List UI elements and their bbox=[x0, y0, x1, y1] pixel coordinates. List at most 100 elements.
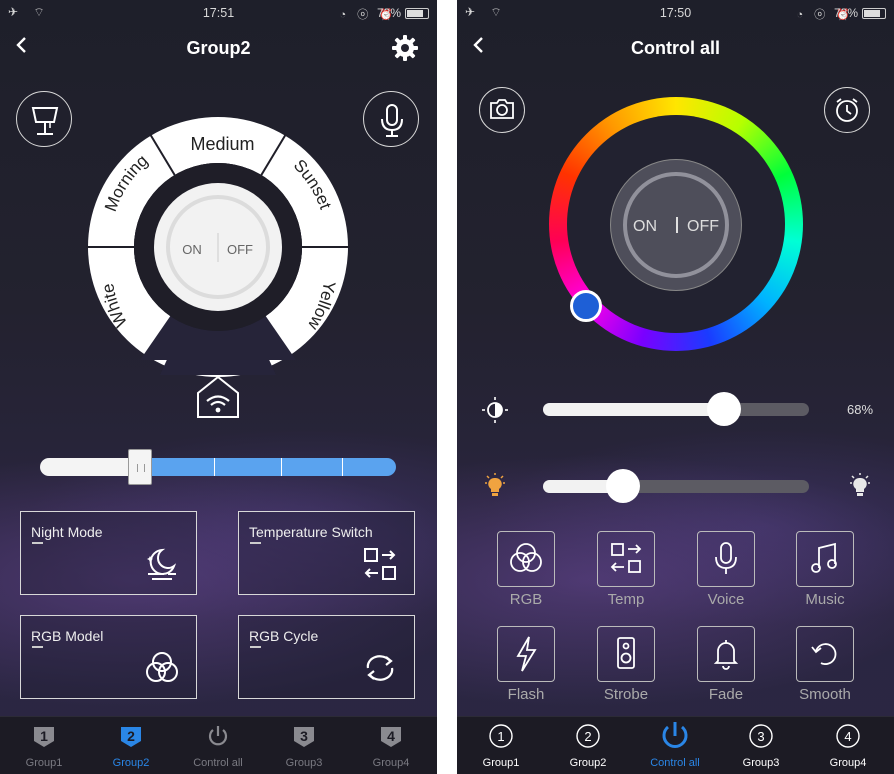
tab-control-all[interactable]: Control all bbox=[635, 719, 715, 769]
rgb-cycle-panel[interactable]: RGB Cycle bbox=[238, 615, 415, 699]
header: Group2 bbox=[0, 30, 437, 70]
status-bar: ✈ ︎⌔ 17:51 ◔ ⓞ ⏰ 73% bbox=[0, 0, 437, 24]
alarm-clock-icon bbox=[836, 98, 858, 122]
mode-label: Voice bbox=[707, 591, 745, 608]
status-bar: ✈ ︎⌔ 17:50 ◔ ⓞ ⏰ 73% bbox=[457, 0, 894, 24]
mode-arc: Medium Morning Sunset White Yellow ON OF… bbox=[86, 117, 350, 377]
temperature-slider[interactable] bbox=[543, 469, 809, 503]
mode-label: Fade bbox=[708, 686, 744, 703]
alarm-button[interactable] bbox=[824, 87, 870, 133]
panel-label: RGB Model bbox=[31, 628, 104, 644]
mode-rgb-button[interactable] bbox=[497, 531, 555, 587]
panel-dash bbox=[250, 542, 261, 544]
tab-label: Group2 bbox=[569, 757, 607, 769]
camera-button[interactable] bbox=[479, 87, 525, 133]
group2-screen: ✈ ︎⌔ 17:51 ◔ ⓞ ⏰ 73% Group2 Medium Morni… bbox=[0, 0, 437, 774]
slider-tick bbox=[280, 458, 282, 476]
tab-bar: 1 Group1 2 Group2 Control all 3 Group3 4… bbox=[457, 716, 894, 774]
svg-text:2: 2 bbox=[127, 728, 135, 744]
battery-icon bbox=[862, 8, 886, 19]
bell-icon bbox=[713, 640, 739, 670]
panel-label: Temperature Switch bbox=[249, 524, 373, 540]
group1-circle-icon: 1 bbox=[489, 724, 513, 748]
mode-label: Flash bbox=[507, 686, 545, 703]
power-toggle[interactable]: ON OFF bbox=[610, 159, 742, 291]
tab-label: Group1 bbox=[25, 757, 63, 769]
speaker-icon bbox=[617, 637, 635, 669]
power-icon bbox=[662, 722, 688, 748]
svg-text:4: 4 bbox=[844, 729, 851, 744]
mode-voice-button[interactable] bbox=[697, 531, 755, 587]
tab-label: Group3 bbox=[285, 757, 323, 769]
tab-label: Control all bbox=[193, 757, 243, 769]
tab-label: Group1 bbox=[482, 757, 520, 769]
wifi-home-icon[interactable] bbox=[194, 373, 242, 421]
group3-badge-icon: 3 bbox=[294, 727, 314, 747]
night-mode-icon bbox=[147, 548, 177, 580]
slider-tick bbox=[214, 458, 216, 476]
rgb-model-panel[interactable]: RGB Model bbox=[20, 615, 197, 699]
power-on-label: ON bbox=[633, 218, 657, 235]
mode-strobe-button[interactable] bbox=[597, 626, 655, 682]
tab-group2[interactable]: 2 Group2 bbox=[91, 723, 171, 769]
rotate-icon bbox=[811, 643, 837, 665]
mode-fade-button[interactable] bbox=[697, 626, 755, 682]
power-divider bbox=[676, 217, 678, 233]
arc-segment-medium[interactable]: Medium bbox=[190, 134, 254, 154]
control-all-screen: ✈ ︎⌔ 17:50 ◔ ⓞ ⏰ 73% Control all ON OFF bbox=[457, 0, 894, 774]
camera-icon bbox=[490, 99, 514, 119]
panel-dash bbox=[32, 646, 43, 648]
group2-circle-icon: 2 bbox=[576, 724, 600, 748]
panel-label: RGB Cycle bbox=[249, 628, 319, 644]
tab-group3[interactable]: 3 Group3 bbox=[721, 723, 801, 769]
slider-fill bbox=[543, 403, 724, 416]
group1-badge-icon: 1 bbox=[34, 727, 54, 747]
battery-percent: 73% bbox=[833, 6, 858, 20]
slider-thumb[interactable] bbox=[707, 392, 741, 426]
svg-text:2: 2 bbox=[584, 729, 591, 744]
power-off-label: OFF bbox=[227, 242, 253, 257]
tab-control-all[interactable]: Control all bbox=[178, 723, 258, 769]
tab-label: Group2 bbox=[112, 757, 150, 769]
slider-remaining-track bbox=[140, 458, 396, 476]
settings-button[interactable] bbox=[391, 34, 419, 62]
tab-group1[interactable]: 1 Group1 bbox=[4, 723, 84, 769]
mode-label: Smooth bbox=[799, 686, 851, 703]
microphone-icon bbox=[715, 542, 737, 574]
mode-temp-button[interactable] bbox=[597, 531, 655, 587]
mode-flash-button[interactable] bbox=[497, 626, 555, 682]
color-picker-thumb[interactable] bbox=[570, 290, 602, 322]
tab-group2[interactable]: 2 Group2 bbox=[548, 723, 628, 769]
tab-group1[interactable]: 1 Group1 bbox=[461, 723, 541, 769]
tab-group4[interactable]: 4 Group4 bbox=[808, 723, 888, 769]
night-mode-panel[interactable]: Night Mode bbox=[20, 511, 197, 595]
slider-thumb[interactable] bbox=[128, 449, 152, 485]
svg-text:4: 4 bbox=[387, 728, 395, 744]
music-note-icon bbox=[811, 542, 837, 573]
power-toggle[interactable]: ON OFF bbox=[154, 183, 282, 311]
svg-text:Medium: Medium bbox=[190, 134, 254, 154]
battery-icon bbox=[405, 8, 429, 19]
mode-smooth-button[interactable] bbox=[796, 626, 854, 682]
contrast-icon bbox=[482, 397, 508, 423]
svg-text:3: 3 bbox=[300, 728, 308, 744]
tab-group4[interactable]: 4 Group4 bbox=[351, 723, 431, 769]
power-icon bbox=[208, 726, 228, 746]
tab-group3[interactable]: 3 Group3 bbox=[264, 723, 344, 769]
brightness-slider[interactable] bbox=[40, 449, 396, 485]
power-on-label: ON bbox=[182, 242, 202, 257]
temperature-switch-panel[interactable]: Temperature Switch bbox=[238, 511, 415, 595]
mode-label: Strobe bbox=[603, 686, 649, 703]
panel-dash bbox=[32, 542, 43, 544]
svg-text:3: 3 bbox=[757, 729, 764, 744]
svg-text:1: 1 bbox=[497, 729, 504, 744]
brightness-slider[interactable] bbox=[543, 392, 809, 426]
mode-label: Music bbox=[805, 591, 845, 608]
temp-switch-icon bbox=[610, 543, 642, 573]
page-title: Group2 bbox=[186, 38, 251, 58]
tab-label: Group4 bbox=[829, 757, 867, 769]
tab-label: Control all bbox=[650, 757, 700, 769]
mode-music-button[interactable] bbox=[796, 531, 854, 587]
tab-label: Group3 bbox=[742, 757, 780, 769]
slider-thumb[interactable] bbox=[606, 469, 640, 503]
